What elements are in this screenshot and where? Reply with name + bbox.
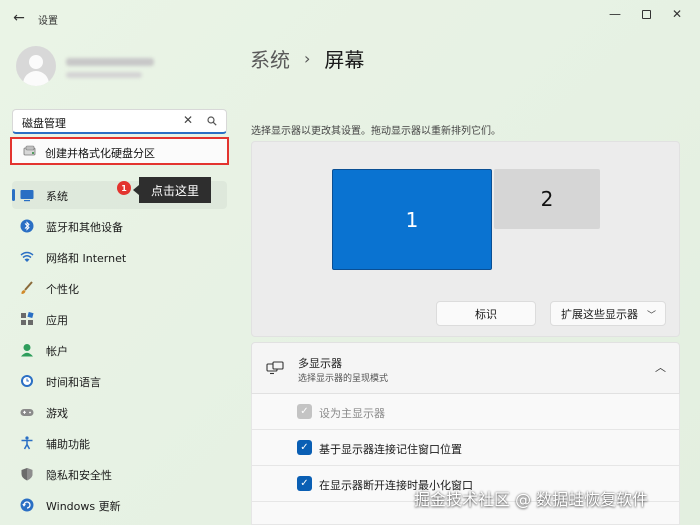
extend-displays-dropdown[interactable]: 扩展这些显示器 ﹀: [550, 301, 666, 326]
display-instructions: 选择显示器以更改其设置。拖动显示器以重新排列它们。: [251, 126, 501, 137]
sidebar-item-label: 应用: [46, 314, 68, 327]
sidebar-item-label: 系统: [46, 190, 68, 203]
identify-button[interactable]: 标识: [436, 301, 536, 326]
option-label: 设为主显示器: [319, 407, 385, 420]
sidebar-item-privacy[interactable]: 隐私和安全性: [12, 460, 227, 488]
title-bar: ← 设置 — ✕: [0, 0, 700, 36]
gamepad-icon: [20, 409, 34, 416]
disk-management-icon: [23, 145, 36, 156]
bluetooth-icon: [20, 219, 34, 233]
sidebar-item-accessibility[interactable]: 辅助功能: [12, 429, 227, 457]
multiple-displays-subtitle: 选择显示器的呈现模式: [298, 374, 389, 384]
sidebar-item-gaming[interactable]: 游戏: [12, 398, 227, 426]
remember-window-locations-checkbox[interactable]: ✓: [297, 440, 312, 455]
back-arrow-icon: ←: [13, 10, 25, 26]
monitor-2[interactable]: 2: [494, 169, 600, 229]
watermark: 掘金技术社区 @ 数据蛙恢复软件: [414, 490, 649, 509]
update-icon: [20, 498, 34, 512]
close-button[interactable]: ✕: [662, 4, 692, 24]
shield-icon: [21, 468, 33, 481]
avatar[interactable]: [16, 46, 56, 86]
sidebar-item-windows-update[interactable]: Windows 更新: [12, 491, 227, 519]
blurred-user-name: [66, 58, 154, 66]
display-arrangement-panel: 1 2 标识 扩展这些显示器 ﹀: [251, 141, 680, 337]
multiple-displays-section[interactable]: 多显示器 选择显示器的呈现模式 ︿: [251, 342, 680, 394]
chevron-down-icon: ﹀: [646, 311, 656, 321]
maximize-icon: [641, 9, 651, 19]
multiple-displays-title: 多显示器: [298, 357, 342, 370]
sidebar-item-label: 隐私和安全性: [46, 469, 112, 482]
wifi-icon: [20, 251, 34, 262]
sidebar-item-label: 帐户: [46, 345, 68, 358]
search-icon[interactable]: [207, 116, 217, 126]
option-row-make-main: ✓ 设为主显示器: [251, 394, 680, 430]
apps-icon: [21, 312, 34, 325]
sidebar-item-label: 蓝牙和其他设备: [46, 221, 123, 234]
search-result-label: 创建并格式化硬盘分区: [45, 147, 155, 160]
make-main-display-checkbox: ✓: [297, 404, 312, 419]
chevron-up-icon[interactable]: ︿: [655, 359, 666, 375]
multiple-displays-icon: [266, 361, 284, 375]
step-badge: 1: [117, 181, 131, 195]
settings-window: ← 设置 — ✕ 磁盘管理 ✕ 创建并格式化硬盘分区 系统 蓝牙和其他设备 网络…: [0, 0, 700, 525]
sidebar-item-personalization[interactable]: 个性化: [12, 274, 227, 302]
search-input[interactable]: 磁盘管理: [22, 115, 66, 131]
search-result-item[interactable]: 创建并格式化硬盘分区: [10, 137, 229, 165]
sidebar-item-bluetooth[interactable]: 蓝牙和其他设备: [12, 212, 227, 240]
instruction-callout: 点击这里: [133, 177, 211, 203]
sidebar-item-apps[interactable]: 应用: [12, 305, 227, 333]
sidebar-item-label: 时间和语言: [46, 376, 101, 389]
clear-search-icon[interactable]: ✕: [183, 113, 193, 127]
extend-displays-label: 扩展这些显示器: [561, 307, 638, 321]
sidebar-item-accounts[interactable]: 帐户: [12, 336, 227, 364]
minimize-button[interactable]: —: [600, 4, 630, 24]
avatar-body-icon: [23, 71, 49, 86]
maximize-button[interactable]: [631, 4, 661, 24]
monitor-1[interactable]: 1: [332, 169, 492, 270]
sidebar-item-time-language[interactable]: 时间和语言: [12, 367, 227, 395]
option-label: 基于显示器连接记住窗口位置: [319, 443, 462, 456]
blurred-user-email: [66, 72, 142, 78]
sidebar-item-label: 个性化: [46, 283, 79, 296]
page-title: 屏幕: [324, 48, 365, 72]
breadcrumb-parent[interactable]: 系统: [250, 44, 290, 73]
breadcrumb: 系统 › 屏幕: [250, 44, 364, 73]
accessibility-icon: [21, 436, 33, 450]
avatar-head-icon: [29, 55, 43, 69]
sidebar-item-label: 游戏: [46, 407, 68, 420]
brush-icon: [21, 281, 33, 294]
back-button[interactable]: ←: [8, 8, 30, 28]
app-title: 设置: [38, 16, 58, 27]
system-icon: [20, 190, 34, 202]
breadcrumb-separator-icon: ›: [304, 49, 311, 68]
minimize-icon: —: [609, 7, 621, 21]
sidebar-item-label: 网络和 Internet: [46, 252, 127, 265]
sidebar-item-network[interactable]: 网络和 Internet: [12, 243, 227, 271]
account-icon: [21, 344, 33, 357]
settings-search-box[interactable]: 磁盘管理 ✕: [12, 109, 227, 134]
sidebar-item-label: 辅助功能: [46, 438, 90, 451]
option-row-remember-windows[interactable]: ✓ 基于显示器连接记住窗口位置: [251, 430, 680, 466]
close-icon: ✕: [671, 7, 683, 21]
minimize-windows-checkbox[interactable]: ✓: [297, 476, 312, 491]
clock-globe-icon: [21, 375, 33, 387]
sidebar-item-label: Windows 更新: [46, 500, 121, 513]
